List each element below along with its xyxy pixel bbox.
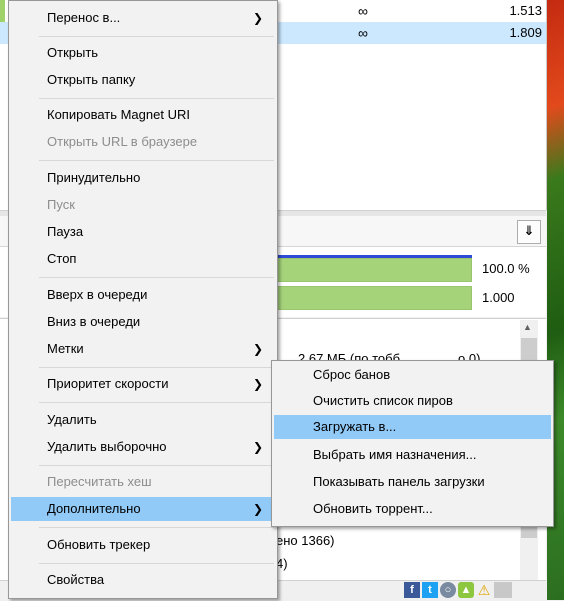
menu-item-properties[interactable]: Свойства — [11, 568, 275, 592]
submenu-item-label: Очистить список пиров — [313, 393, 453, 408]
menu-item-open[interactable]: Открыть — [11, 41, 275, 65]
menu-separator — [39, 402, 274, 403]
progress-value: 100.0 % — [482, 261, 530, 276]
menu-item-label: Пуск — [47, 197, 75, 212]
facebook-icon[interactable]: f — [404, 582, 420, 598]
menu-item-queue-up[interactable]: Вверх в очереди — [11, 283, 275, 307]
menu-item-label: Принудительно — [47, 170, 141, 185]
submenu-item-download-to[interactable]: Загружать в... — [274, 415, 551, 439]
warning-icon[interactable]: ⚠ — [476, 582, 492, 598]
status-extra-icon — [494, 582, 512, 598]
chevron-right-icon: ❯ — [252, 11, 263, 25]
submenu-item-label: Загружать в... — [313, 419, 397, 434]
twitter-icon[interactable]: t — [422, 582, 438, 598]
menu-separator — [39, 277, 274, 278]
web-icon[interactable]: ○ — [440, 582, 456, 598]
menu-separator — [39, 98, 274, 99]
submenu-item-update-torrent[interactable]: Обновить торрент... — [274, 497, 551, 521]
double-chevron-down-icon: ⇓ — [523, 223, 535, 238]
menu-separator — [39, 465, 274, 466]
menu-item-open-url[interactable]: Открыть URL в браузере — [11, 130, 275, 154]
menu-separator — [39, 36, 274, 37]
menu-item-label: Открыть — [47, 45, 99, 60]
submenu-item-label: Сброс банов — [313, 367, 391, 382]
menu-item-advanced[interactable]: Дополнительно ❯ — [11, 497, 275, 521]
menu-item-stop[interactable]: Стоп — [11, 247, 275, 271]
torrent-context-menu: Перенос в... ❯ Открыть Открыть папку Коп… — [8, 0, 278, 599]
submenu-item-label: Выбрать имя назначения... — [313, 447, 477, 462]
menu-item-speed-priority[interactable]: Приоритет скорости ❯ — [11, 372, 275, 396]
menu-item-labels[interactable]: Метки ❯ — [11, 337, 275, 361]
menu-item-label: Метки — [47, 341, 84, 356]
menu-item-label: Стоп — [47, 251, 77, 266]
submenu-item-clear-peers[interactable]: Очистить список пиров — [274, 389, 551, 413]
menu-separator — [39, 367, 274, 368]
menu-item-label: Удалить — [47, 412, 97, 427]
menu-item-label: Копировать Magnet URI — [47, 107, 190, 122]
menu-item-remove[interactable]: Удалить — [11, 408, 275, 432]
status-icons: f t ○ ▲ ⚠ — [404, 582, 512, 598]
menu-separator — [39, 527, 274, 528]
menu-item-queue-down[interactable]: Вниз в очереди — [11, 310, 275, 334]
scroll-up-icon[interactable]: ▲ — [523, 322, 532, 332]
row-value: 1.809 — [509, 25, 542, 40]
collapse-panel-button[interactable]: ⇓ — [517, 220, 541, 244]
menu-item-label: Открыть папку — [47, 72, 136, 87]
menu-separator — [39, 563, 274, 564]
menu-item-start[interactable]: Пуск — [11, 193, 275, 217]
android-icon[interactable]: ▲ — [458, 582, 474, 598]
menu-separator — [39, 160, 274, 161]
advanced-submenu: Сброс банов Очистить список пиров Загруж… — [271, 360, 554, 527]
menu-item-copy-magnet[interactable]: Копировать Magnet URI — [11, 103, 275, 127]
seeds-text-fragment: ено 1366) — [276, 533, 335, 548]
menu-item-label: Приоритет скорости — [47, 376, 169, 391]
menu-item-label: Удалить выборочно — [47, 439, 167, 454]
menu-item-label: Свойства — [47, 572, 105, 587]
submenu-item-label: Обновить торрент... — [313, 501, 433, 516]
menu-item-label: Обновить трекер — [47, 537, 151, 552]
submenu-item-label: Показывать панель загрузки — [313, 474, 485, 489]
row-value: 1.513 — [509, 3, 542, 18]
ratio-infinity: ∞ — [358, 3, 368, 19]
menu-item-label: Перенос в... — [47, 10, 121, 25]
submenu-item-show-download-bar[interactable]: Показывать панель загрузки — [274, 470, 551, 494]
menu-item-pause[interactable]: Пауза — [11, 220, 275, 244]
menu-item-open-folder[interactable]: Открыть папку — [11, 68, 275, 92]
availability-value: 1.000 — [482, 290, 515, 305]
ratio-infinity: ∞ — [358, 25, 368, 41]
menu-item-label: Открыть URL в браузере — [47, 134, 198, 149]
chevron-right-icon: ❯ — [252, 440, 263, 454]
menu-item-label: Дополнительно — [47, 501, 141, 516]
menu-item-label: Пауза — [47, 224, 84, 239]
chevron-right-icon: ❯ — [252, 342, 263, 356]
download-progress-bar — [274, 255, 472, 282]
menu-item-label: Пересчитать хеш — [47, 474, 152, 489]
availability-bar — [274, 286, 472, 310]
menu-item-remove-selective[interactable]: Удалить выборочно ❯ — [11, 435, 275, 459]
chevron-right-icon: ❯ — [252, 502, 263, 516]
submenu-item-reset-bans[interactable]: Сброс банов — [274, 363, 551, 387]
submenu-item-choose-name[interactable]: Выбрать имя назначения... — [274, 443, 551, 467]
chevron-right-icon: ❯ — [252, 377, 263, 391]
menu-item-recheck-hash[interactable]: Пересчитать хеш — [11, 470, 275, 494]
menu-item-label: Вниз в очереди — [47, 314, 141, 329]
menu-item-update-tracker[interactable]: Обновить трекер — [11, 533, 275, 557]
menu-item-move-to[interactable]: Перенос в... ❯ — [11, 6, 275, 30]
menu-item-force-start[interactable]: Принудительно — [11, 166, 275, 190]
menu-item-label: Вверх в очереди — [47, 287, 148, 302]
